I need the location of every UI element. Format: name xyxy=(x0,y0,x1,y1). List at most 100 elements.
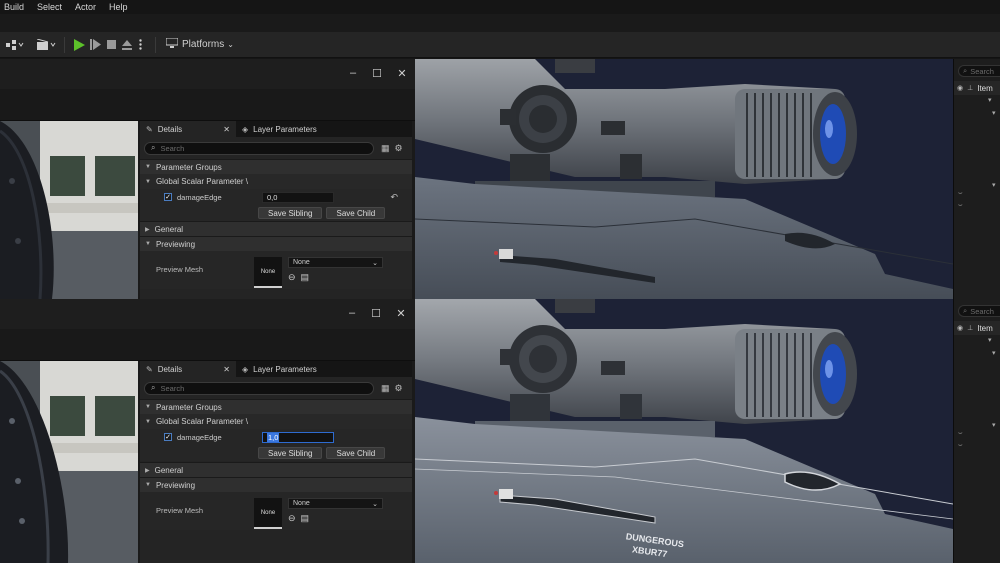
mesh-thumbnail[interactable]: None xyxy=(254,498,282,529)
level-viewport-bottom[interactable]: DUNGEROUS XBUR77 xyxy=(415,299,953,563)
property-name: damageEdge xyxy=(177,192,222,202)
close-icon[interactable]: ✕ xyxy=(395,67,409,80)
maximize-icon[interactable]: ☐ xyxy=(369,307,383,320)
category-previewing[interactable]: ▼ Previewing xyxy=(140,477,412,492)
tree-arrow-icon: ▾ xyxy=(992,350,996,357)
cinematics-icon[interactable] xyxy=(36,35,58,55)
editor-titlebar: – ☐ ✕ xyxy=(0,299,415,329)
platforms-label: Platforms xyxy=(182,39,225,50)
settings-gear-icon[interactable]: ⚙ xyxy=(395,143,408,153)
tree-line-icon: ⌣ xyxy=(958,442,963,449)
minimize-icon[interactable]: – xyxy=(346,67,360,79)
frame-skip-icon[interactable] xyxy=(87,35,103,55)
material-preview-viewport[interactable] xyxy=(0,361,138,563)
outliner-column-label: Item xyxy=(977,83,993,93)
visibility-eye-icon[interactable]: ◉ xyxy=(957,84,963,92)
damage-edge-value-input[interactable]: 0,0 xyxy=(262,191,334,203)
toolbar-divider xyxy=(64,36,65,53)
close-tab-icon[interactable]: ✕ xyxy=(223,365,230,374)
level-viewport-top[interactable] xyxy=(415,59,953,299)
close-icon[interactable]: ✕ xyxy=(394,307,408,320)
menu-select[interactable]: Select xyxy=(33,2,71,12)
subgroup-global-scalar[interactable]: ▼ Global Scalar Parameter \ xyxy=(140,174,412,189)
thumbnail-label: None xyxy=(260,268,276,275)
value-text-selected: 1,0 xyxy=(267,432,280,442)
category-general[interactable]: ▶ General xyxy=(140,221,412,236)
menu-help[interactable]: Help xyxy=(105,2,137,12)
subgroup-global-scalar[interactable]: ▼ Global Scalar Parameter \ xyxy=(140,414,412,429)
save-sibling-button[interactable]: Save Sibling xyxy=(258,207,323,219)
reset-to-default-icon[interactable]: ↶ xyxy=(390,192,398,203)
material-preview-viewport[interactable] xyxy=(0,121,138,299)
override-checkbox[interactable]: ✓ xyxy=(164,433,172,441)
table-view-icon[interactable]: ▦ xyxy=(381,383,395,393)
search-placeholder: Search xyxy=(970,66,994,76)
category-parameter-groups[interactable]: ▼ Parameter Groups xyxy=(140,399,412,414)
category-previewing[interactable]: ▼ Previewing xyxy=(140,236,412,251)
category-label: Parameter Groups xyxy=(155,402,222,412)
property-row-damage-edge: ✓ damageEdge 0,0 ↶ xyxy=(140,189,412,205)
play-icon[interactable] xyxy=(71,35,87,55)
override-checkbox[interactable]: ✓ xyxy=(164,193,172,201)
outliner-search-input[interactable]: ⌕ Search xyxy=(958,65,1000,77)
collapse-arrow-icon: ▼ xyxy=(145,241,151,247)
save-buttons-row: Save Sibling Save Child xyxy=(140,205,412,221)
use-selected-icon[interactable]: ⊖ xyxy=(288,272,301,282)
browse-icon[interactable]: ▤ xyxy=(301,272,315,282)
tab-layer-parameters[interactable]: ◈ Layer Parameters xyxy=(236,121,323,137)
category-label: Previewing xyxy=(155,480,196,490)
minimize-icon[interactable]: – xyxy=(345,307,359,319)
settings-gear-icon[interactable]: ⚙ xyxy=(395,383,408,393)
tab-details[interactable]: ✎ Details ✕ xyxy=(140,361,236,377)
world-outliner-top: ⌕ Search ◉ ⊥ Item ▾ ▾ ▾ ⌣ ⌣ xyxy=(953,59,1000,299)
save-buttons-row: Save Sibling Save Child xyxy=(140,445,412,461)
stop-icon[interactable] xyxy=(103,35,119,55)
category-parameter-groups[interactable]: ▼ Parameter Groups xyxy=(140,159,412,174)
search-icon: ⌕ xyxy=(151,383,156,392)
pencil-icon: ✎ xyxy=(146,364,153,374)
property-row-damage-edge: ✓ damageEdge 1,0 xyxy=(140,429,412,445)
search-icon: ⌕ xyxy=(151,143,156,152)
pencil-icon: ✎ xyxy=(146,124,153,134)
save-child-button[interactable]: Save Child xyxy=(326,207,386,219)
save-sibling-button[interactable]: Save Sibling xyxy=(258,447,323,459)
visibility-eye-icon[interactable]: ◉ xyxy=(957,324,963,332)
damage-edge-value-input[interactable]: 1,0 xyxy=(262,431,334,443)
search-placeholder: Search xyxy=(160,143,185,153)
value-text: 0,0 xyxy=(267,192,278,202)
save-child-button[interactable]: Save Child xyxy=(326,447,386,459)
mesh-thumbnail[interactable]: None xyxy=(254,257,282,288)
details-search-input[interactable]: ⌕ Search xyxy=(144,381,374,395)
tab-details[interactable]: ✎ Details ✕ xyxy=(140,121,236,137)
editor-tabstrip xyxy=(0,329,415,361)
tree-arrow-icon: ▾ xyxy=(988,337,992,344)
outliner-search-input[interactable]: ⌕ Search xyxy=(958,305,1000,317)
details-search-row: ⌕ Search ▦⚙ xyxy=(140,377,412,399)
more-options-icon[interactable] xyxy=(135,35,145,55)
category-general[interactable]: ▶ General xyxy=(140,462,412,477)
eject-icon[interactable] xyxy=(119,35,135,55)
details-search-row: ⌕ Search ▦⚙ xyxy=(140,137,412,159)
use-selected-icon[interactable]: ⊖ xyxy=(288,513,301,523)
layers-icon: ◈ xyxy=(242,364,249,374)
expand-arrow-icon: ▶ xyxy=(145,467,150,474)
details-search-input[interactable]: ⌕ Search xyxy=(144,141,374,155)
menu-build[interactable]: Build xyxy=(0,2,33,12)
tab-layer-parameters[interactable]: ◈ Layer Parameters xyxy=(236,361,323,377)
browse-icon[interactable]: ▤ xyxy=(301,513,315,523)
maximize-icon[interactable]: ☐ xyxy=(370,67,384,80)
material-editor-bottom: – ☐ ✕ ✎ Details ✕ ◈ Layer Parameters ⌕ S… xyxy=(0,299,415,563)
table-view-icon[interactable]: ▦ xyxy=(381,143,395,153)
pin-icon[interactable]: ⊥ xyxy=(967,84,973,92)
preview-mesh-dropdown[interactable]: None ⌄ xyxy=(288,498,383,509)
preview-mesh-dropdown[interactable]: None ⌄ xyxy=(288,257,383,268)
close-tab-icon[interactable]: ✕ xyxy=(223,125,230,134)
platforms-button[interactable]: Platforms ⌄ xyxy=(162,35,238,55)
pin-icon[interactable]: ⊥ xyxy=(967,324,973,332)
details-tabs: ✎ Details ✕ ◈ Layer Parameters xyxy=(140,361,412,377)
modes-icon[interactable] xyxy=(4,35,26,55)
subgroup-label: Global Scalar Parameter \ xyxy=(155,177,248,186)
preview-mesh-label: Preview Mesh xyxy=(156,265,204,274)
collapse-arrow-icon: ▼ xyxy=(145,164,151,170)
menu-actor[interactable]: Actor xyxy=(71,2,105,12)
